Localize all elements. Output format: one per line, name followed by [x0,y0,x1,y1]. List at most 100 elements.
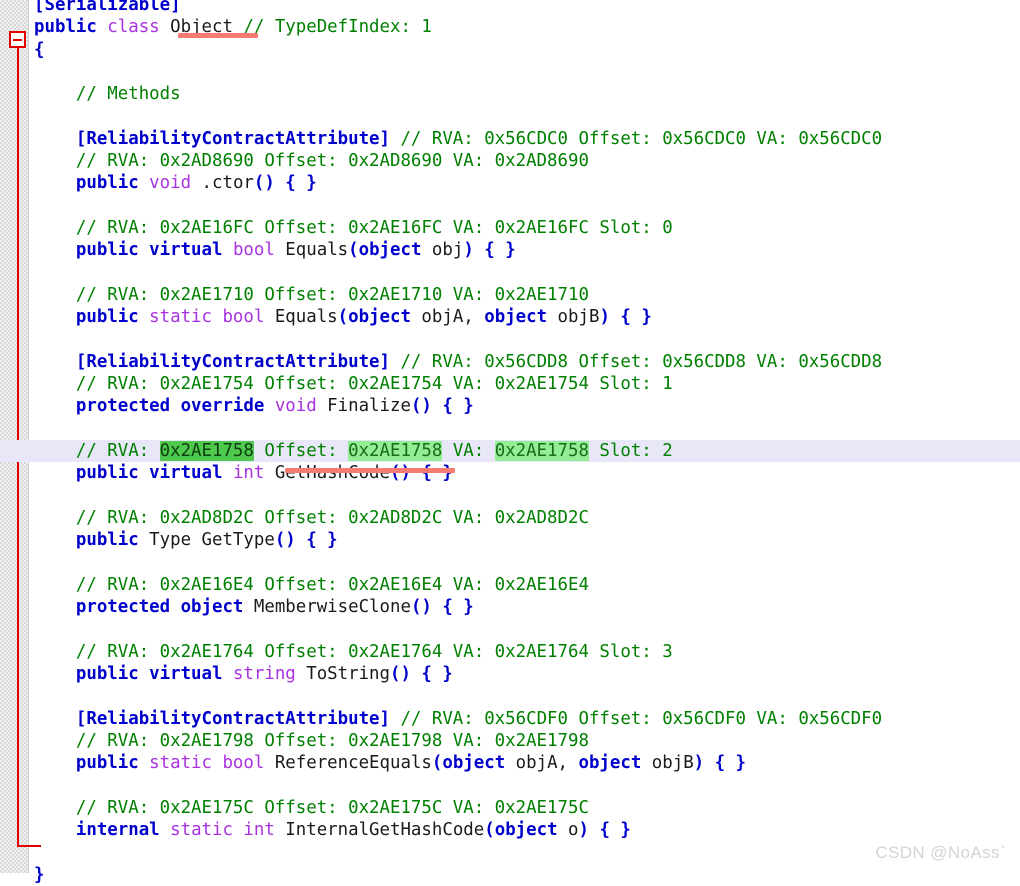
code-token: void [274,396,328,417]
code-line-text: public Type GetType() { } [0,529,338,551]
code-line-text: // Methods [0,83,181,105]
code-line[interactable]: [ReliabilityContractAttribute] // RVA: 0… [0,351,1020,373]
code-token: // RVA: 0x56CDD8 Offset: 0x56CDD8 VA: 0x… [400,351,883,372]
code-token: public [34,530,150,551]
code-token: ( [337,307,349,328]
code-token: ReferenceEquals [274,753,432,774]
code-line[interactable] [0,841,1020,863]
code-token: object [578,753,652,774]
code-line-text: public virtual int GetHashCode() { } [0,462,453,484]
code-line-text: public virtual bool Equals(object obj) {… [0,239,516,261]
code-token: object [494,820,569,841]
code-line[interactable]: // Methods [0,83,1020,105]
code-line[interactable] [0,618,1020,640]
code-line[interactable] [0,106,1020,128]
code-line[interactable] [0,195,1020,217]
code-token: [Serializable] [34,0,181,15]
code-token: // RVA: 0x2AE1754 Offset: 0x2AE1754 VA: … [34,374,673,395]
code-token: protected override [34,396,275,417]
code-line[interactable]: // RVA: 0x2AE1758 Offset: 0x2AE1758 VA: … [0,440,1020,462]
code-token: Equals [274,307,338,328]
code-token: Slot: 2 [588,441,673,461]
code-line[interactable]: protected override void Finalize() { } [0,395,1020,417]
code-token: objA, [515,753,579,774]
code-line-text: [Serializable] [0,0,181,16]
code-token: static bool [149,307,275,328]
code-line[interactable]: public virtual int GetHashCode() { } [0,462,1020,484]
watermark-text: CSDN @NoAss` [875,843,1006,862]
code-token: { [34,39,45,60]
code-line[interactable] [0,61,1020,83]
code-line[interactable]: public virtual bool Equals(object obj) {… [0,239,1020,261]
search-match: 0x2AE1758 [159,441,254,461]
code-line-text: // RVA: 0x2AD8690 Offset: 0x2AD8690 VA: … [0,150,589,172]
code-line-text: // RVA: 0x2AE16FC Offset: 0x2AE16FC VA: … [0,217,673,239]
code-line[interactable]: // RVA: 0x2AE175C Offset: 0x2AE175C VA: … [0,797,1020,819]
code-token: // RVA: 0x2AE1798 Offset: 0x2AE1798 VA: … [34,730,589,751]
code-line[interactable] [0,775,1020,797]
code-content[interactable]: [Serializable] public class Object // Typ… [0,0,1020,885]
code-line[interactable]: [Serializable] [0,0,1020,16]
code-line[interactable] [0,685,1020,707]
code-token: [ReliabilityContractAttribute] [34,128,401,149]
code-token: object [348,307,422,328]
code-line[interactable]: // RVA: 0x2AE16FC Offset: 0x2AE16FC VA: … [0,217,1020,239]
code-line[interactable]: public static bool ReferenceEquals(objec… [0,752,1020,774]
code-line-text: // RVA: 0x2AE16E4 Offset: 0x2AE16E4 VA: … [0,574,589,596]
code-line[interactable]: // RVA: 0x2AD8690 Offset: 0x2AD8690 VA: … [0,150,1020,172]
code-line[interactable]: } [0,864,1020,886]
code-line[interactable]: // RVA: 0x2AE1798 Offset: 0x2AE1798 VA: … [0,730,1020,752]
code-line[interactable] [0,262,1020,284]
code-line[interactable] [0,485,1020,507]
code-line-text: // RVA: 0x2AE1754 Offset: 0x2AE1754 VA: … [0,373,673,395]
code-line-text: // RVA: 0x2AE1764 Offset: 0x2AE1764 VA: … [0,641,673,663]
code-line[interactable]: [ReliabilityContractAttribute] // RVA: 0… [0,128,1020,150]
code-line[interactable]: internal static int InternalGetHashCode(… [0,819,1020,841]
code-token: public [34,17,108,38]
code-line-text: { [0,39,44,61]
code-token: } [34,864,45,885]
code-token: public virtual [34,664,233,684]
code-token: public [34,307,150,328]
code-token: .ctor [201,173,254,194]
code-token: static bool [149,753,275,774]
code-line[interactable]: public virtual string ToString() { } [0,663,1020,685]
code-token: () { } [410,597,474,618]
object-underline-annotation [178,33,258,38]
code-line[interactable]: // RVA: 0x2AE1764 Offset: 0x2AE1764 VA: … [0,641,1020,663]
code-line[interactable]: // RVA: 0x2AE16E4 Offset: 0x2AE16E4 VA: … [0,574,1020,596]
code-line-text: internal static int InternalGetHashCode(… [0,819,631,841]
code-token: ToString [306,664,390,684]
code-token: // RVA: 0x56CDF0 Offset: 0x56CDF0 VA: 0x… [400,708,883,729]
code-token: [ReliabilityContractAttribute] [34,708,401,729]
code-line[interactable] [0,329,1020,351]
search-match: 0x2AE1758 [348,441,443,461]
code-editor[interactable]: [Serializable] public class Object // Typ… [0,0,1020,885]
code-token: object [442,753,516,774]
code-token: // RVA: 0x2AE1764 Offset: 0x2AE1764 VA: … [34,641,673,662]
code-token: // RVA: 0x2AD8D2C Offset: 0x2AD8D2C VA: … [34,507,589,528]
code-line[interactable] [0,418,1020,440]
code-token: ( [484,820,495,841]
code-line[interactable]: public Type GetType() { } [0,529,1020,551]
code-token: // RVA: 0x2AE1710 Offset: 0x2AE1710 VA: … [34,284,589,305]
code-line[interactable]: // RVA: 0x2AE1710 Offset: 0x2AE1710 VA: … [0,284,1020,306]
code-line[interactable]: // RVA: 0x2AE1754 Offset: 0x2AE1754 VA: … [0,373,1020,395]
code-line-text: [ReliabilityContractAttribute] // RVA: 0… [0,128,882,150]
code-token: protected object [34,597,254,618]
code-line[interactable]: public static bool Equals(object objA, o… [0,306,1020,328]
code-line[interactable]: public class Object // TypeDefIndex: 1 [0,16,1020,38]
code-line[interactable]: [ReliabilityContractAttribute] // RVA: 0… [0,708,1020,730]
code-line[interactable]: { [0,39,1020,61]
code-line[interactable] [0,552,1020,574]
code-token: ( [348,240,359,261]
code-line[interactable]: // RVA: 0x2AD8D2C Offset: 0x2AD8D2C VA: … [0,507,1020,529]
code-token: bool [232,240,286,261]
code-line-text: protected object MemberwiseClone() { } [0,596,474,618]
code-token: ) { } [578,820,631,841]
code-token: // RVA: 0x2AE16E4 Offset: 0x2AE16E4 VA: … [34,574,589,595]
code-token: ) { } [693,753,747,774]
code-line[interactable]: public void .ctor() { } [0,172,1020,194]
code-line[interactable]: protected object MemberwiseClone() { } [0,596,1020,618]
code-token: internal [34,820,171,841]
